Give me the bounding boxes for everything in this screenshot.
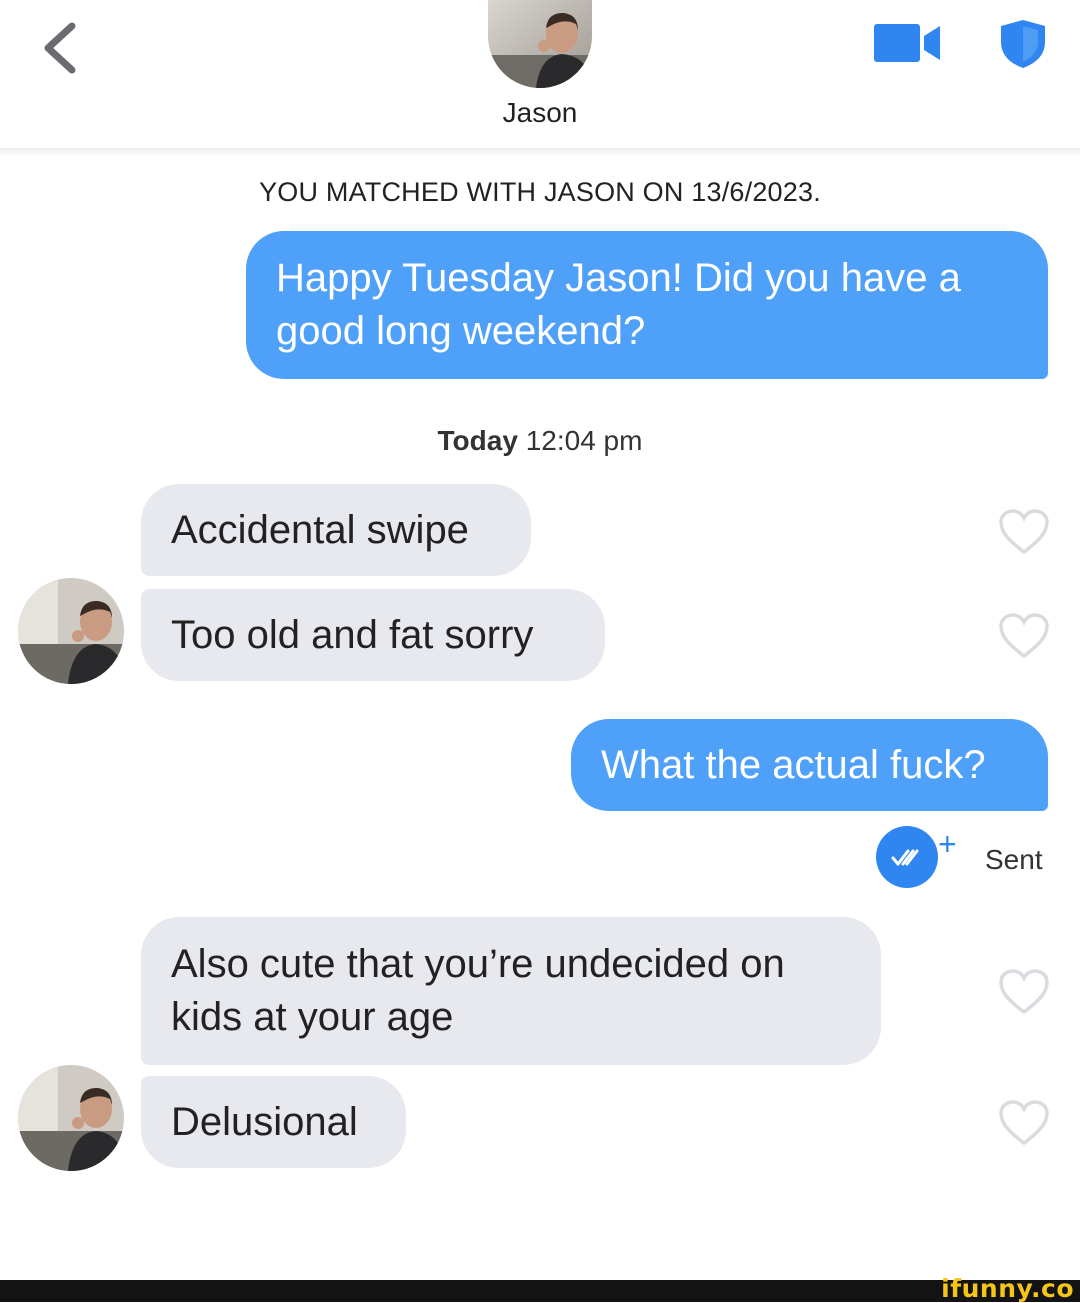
heart-icon[interactable] — [998, 1099, 1050, 1147]
header-divider — [0, 148, 1080, 156]
chevron-left-icon[interactable] — [36, 20, 86, 74]
double-check-icon — [876, 826, 938, 888]
message-bubble-incoming[interactable]: Too old and fat sorry — [141, 589, 605, 681]
message-text: Accidental swipe — [171, 508, 469, 552]
message-text: Too old and fat sorry — [171, 613, 534, 657]
match-notice: YOU MATCHED WITH JASON ON 13/6/2023. — [259, 177, 821, 207]
sender-avatar[interactable] — [18, 578, 124, 684]
message-bubble-incoming[interactable]: Also cute that you’re undecided on kids … — [141, 917, 881, 1065]
message-text: Delusional — [171, 1100, 358, 1144]
video-camera-icon[interactable] — [872, 22, 944, 64]
header-avatar[interactable] — [488, 0, 592, 88]
timestamp-time: 12:04 pm — [525, 425, 643, 456]
timestamp: Today 12:04 pm — [0, 425, 1080, 457]
message-text: What the actual fuck? — [601, 743, 986, 787]
sender-avatar[interactable] — [18, 1065, 124, 1171]
message-bubble-outgoing[interactable]: What the actual fuck? — [571, 719, 1048, 811]
heart-icon[interactable] — [998, 968, 1050, 1016]
message-text: Also cute that you’re undecided on kids … — [171, 942, 785, 1039]
watermark-bar — [0, 1280, 1080, 1302]
message-bubble-outgoing[interactable]: Happy Tuesday Jason! Did you have a good… — [246, 231, 1048, 379]
shield-icon[interactable] — [998, 18, 1048, 70]
message-text: Happy Tuesday Jason! Did you have a good… — [276, 256, 961, 353]
contact-name: Jason — [502, 97, 578, 128]
message-bubble-incoming[interactable]: Accidental swipe — [141, 484, 531, 576]
heart-icon[interactable] — [998, 508, 1050, 556]
message-bubble-incoming[interactable]: Delusional — [141, 1076, 406, 1168]
sent-status: Sent — [985, 844, 1043, 875]
plus-badge: + — [938, 826, 957, 862]
timestamp-day: Today — [437, 425, 518, 456]
heart-icon[interactable] — [998, 612, 1050, 660]
watermark-logo: ifunny.co — [941, 1274, 1074, 1303]
chat-header: Jason — [0, 0, 1080, 148]
